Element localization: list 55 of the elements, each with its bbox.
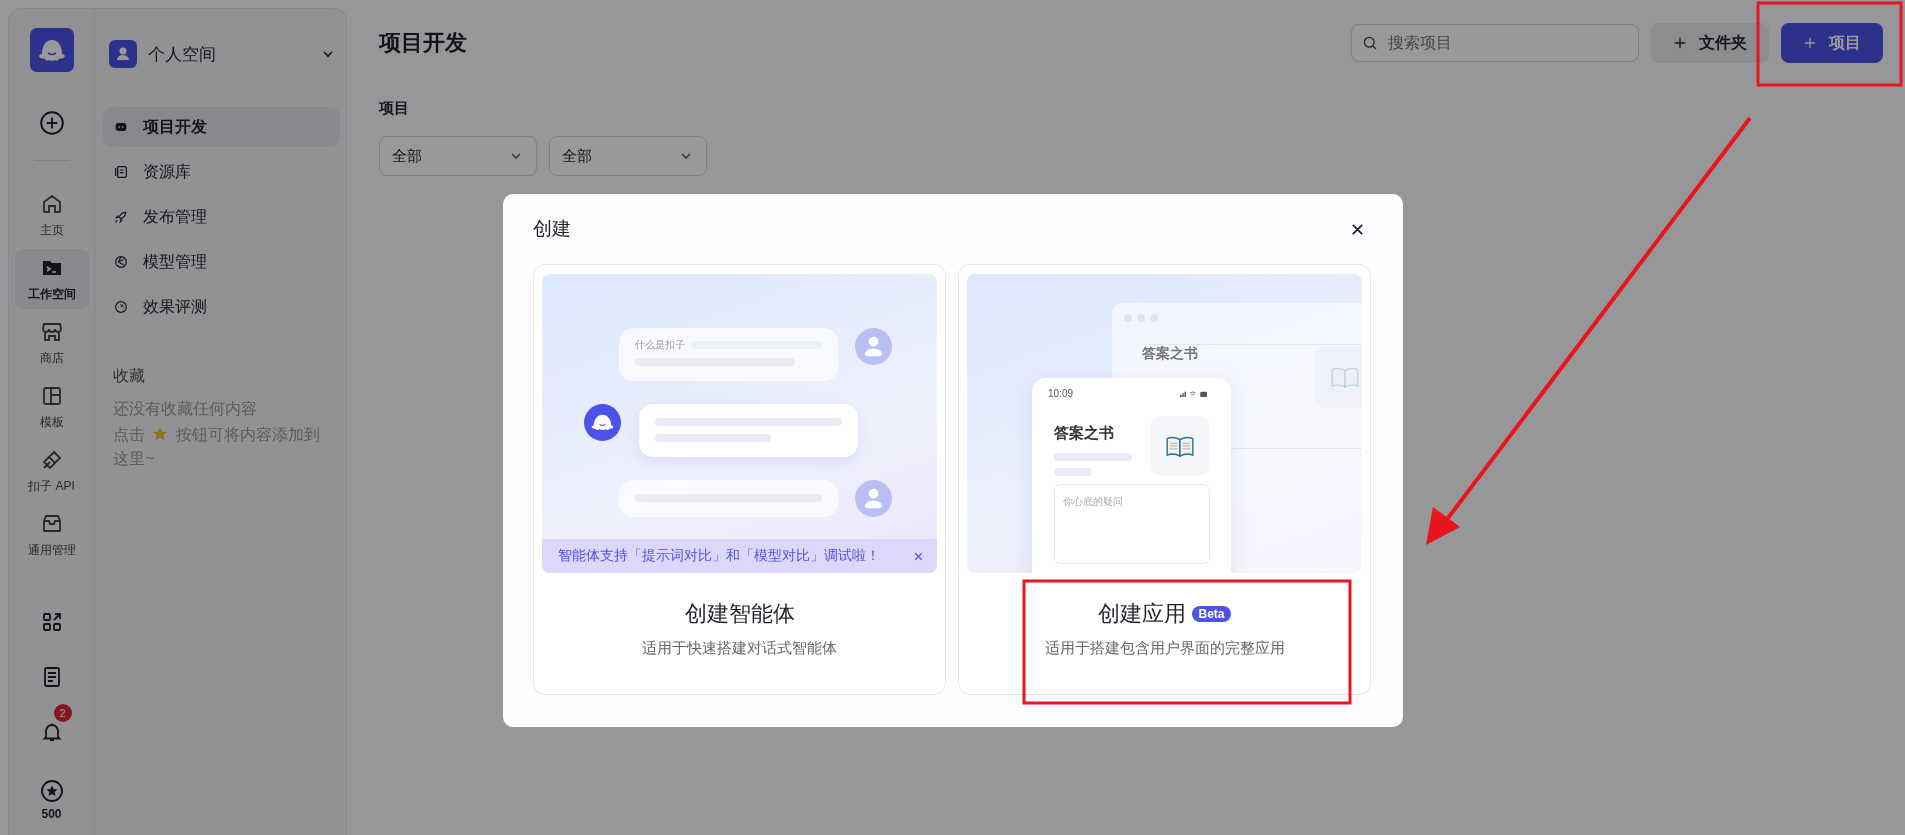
- card-title: 创建应用: [1098, 600, 1187, 628]
- credits-count: 500: [41, 807, 62, 821]
- rail-item[interactable]: 模板: [14, 377, 89, 437]
- workspace-selector[interactable]: 个人空间: [103, 37, 340, 71]
- cube-icon: [113, 254, 129, 270]
- favorites-heading: 收藏: [113, 366, 146, 386]
- status-icons: [1180, 389, 1210, 398]
- option-card[interactable]: 答案之书 10:09 答案之书 你心底的疑问 创建应用 Beta 适用于搭建包含用户界面的完整应用: [958, 264, 1371, 695]
- status-time: 10:09: [1048, 388, 1074, 399]
- user-icon: [109, 40, 137, 68]
- user-avatar-icon: [855, 480, 892, 517]
- rail-item[interactable]: 工作空间: [14, 249, 89, 309]
- card-description: 适用于快速搭建对话式智能体: [641, 639, 838, 658]
- book-icon: [1165, 435, 1195, 457]
- card-title: 创建智能体: [684, 600, 795, 628]
- book-icon: [1330, 366, 1360, 388]
- rail-item[interactable]: 主页: [14, 185, 89, 245]
- nav-item[interactable]: 资源库: [103, 152, 340, 192]
- input-placeholder: 你心底的疑问: [1063, 496, 1123, 507]
- favorites-empty-text: 还没有收藏任何内容: [113, 399, 258, 419]
- rail-item[interactable]: 商店: [14, 313, 89, 373]
- favorites-hint-text: 按钮可将内容添加到: [175, 426, 320, 443]
- nav-item[interactable]: 效果评测: [103, 287, 340, 327]
- filter-dropdown[interactable]: 全部: [549, 136, 707, 176]
- close-icon[interactable]: [1350, 221, 1365, 237]
- bot-avatar-icon: [584, 404, 621, 441]
- nav-item[interactable]: 发布管理: [103, 197, 340, 237]
- plus-icon: [1803, 36, 1817, 50]
- rail-item[interactable]: 扣子 API: [14, 441, 89, 501]
- chat-question: 什么是扣子: [635, 338, 685, 352]
- banner-text: 智能体支持「提示词对比」和「模型对比」调试啦！: [558, 547, 880, 565]
- rocket-icon: [113, 209, 129, 225]
- nav-item[interactable]: 模型管理: [103, 242, 340, 282]
- beta-badge: Beta: [1192, 606, 1231, 622]
- option-card[interactable]: 什么是扣子 智能体支持「提示词对比」和「模型对比」调试啦！ 创建智能体 适用于快速搭建对话式智能体: [533, 264, 946, 695]
- plus-icon: [1673, 36, 1687, 50]
- logo-icon[interactable]: [29, 28, 74, 72]
- gauge-icon: [113, 299, 129, 315]
- new-folder-button[interactable]: 文件夹: [1651, 23, 1769, 63]
- favorites-hint-text: 这里~: [113, 449, 156, 469]
- page-title: 项目开发: [379, 29, 467, 57]
- filter-dropdown[interactable]: 全部: [379, 136, 537, 176]
- notification-badge: 2: [53, 704, 72, 722]
- nav-item[interactable]: 项目开发: [103, 107, 340, 147]
- dialog-title: 创建: [533, 217, 571, 241]
- document-icon: [113, 164, 129, 180]
- card-description: 适用于搭建包含用户界面的完整应用: [1043, 639, 1286, 658]
- add-icon[interactable]: [38, 110, 65, 136]
- user-avatar-icon: [855, 328, 892, 365]
- new-project-button[interactable]: 项目: [1781, 23, 1883, 63]
- section-label: 项目: [379, 99, 410, 118]
- search-field[interactable]: 搜索项目: [1351, 24, 1639, 62]
- rail-item[interactable]: 通用管理: [14, 505, 89, 565]
- app-name: 答案之书: [1054, 424, 1115, 443]
- star-icon: [151, 425, 170, 443]
